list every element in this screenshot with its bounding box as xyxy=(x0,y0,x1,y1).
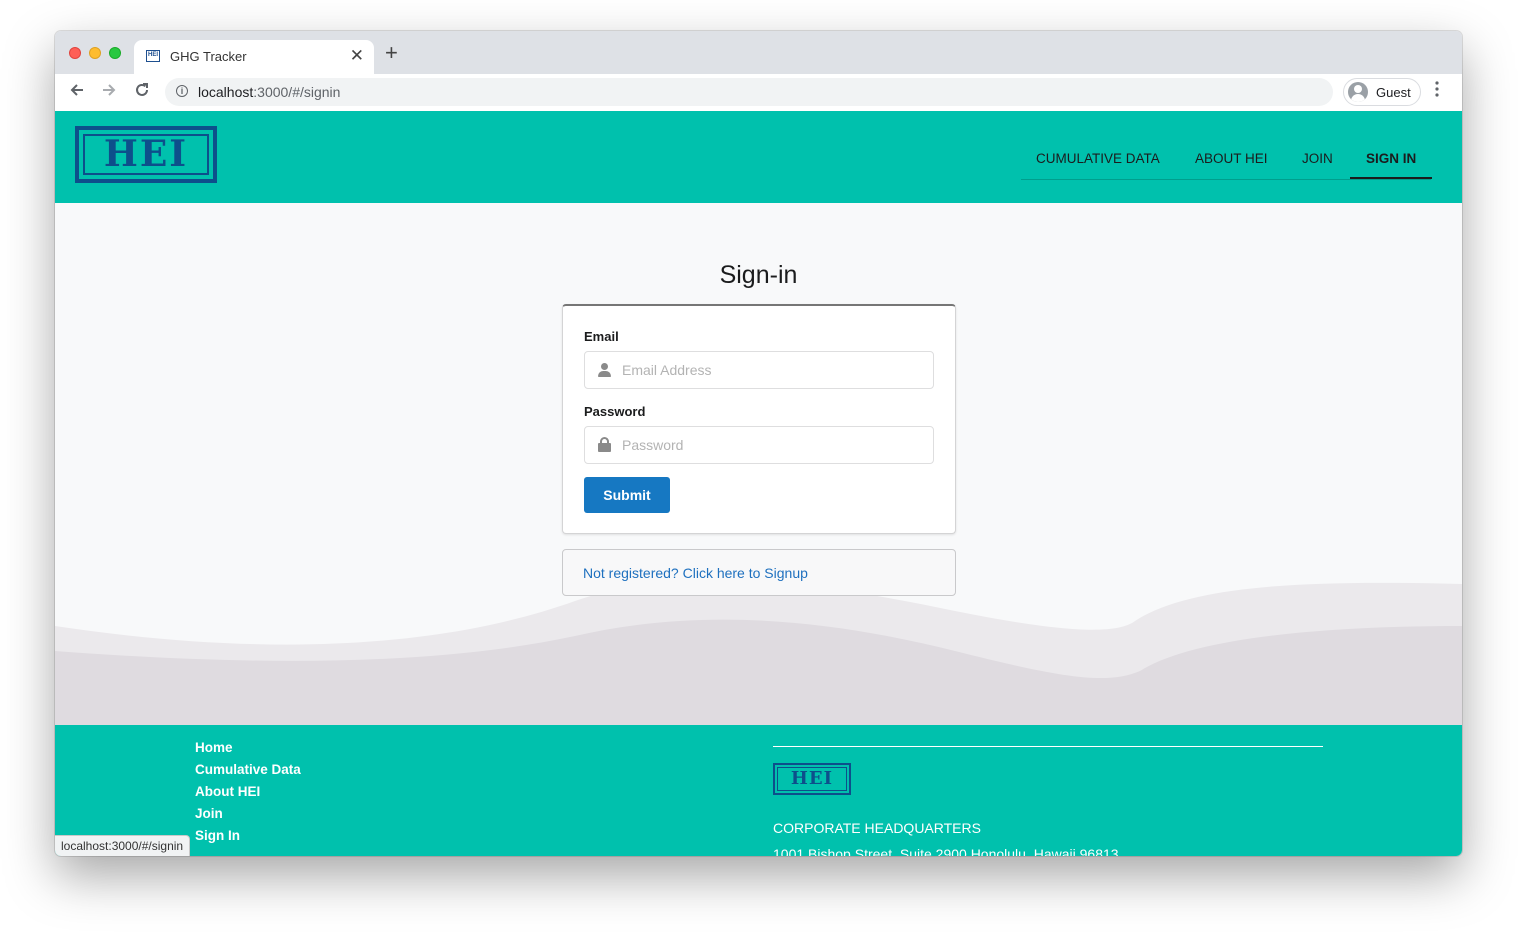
tab-strip: HEI GHG Tracker ✕ + xyxy=(55,31,1462,74)
footer-hei-logo: HEI xyxy=(773,763,851,795)
status-bar-url: localhost:3000/#/signin xyxy=(55,835,191,856)
page-title: Sign-in xyxy=(719,261,798,289)
forward-arrow-icon[interactable] xyxy=(100,81,118,103)
nav-sign-in[interactable]: SIGN IN xyxy=(1366,151,1416,166)
address-bar[interactable]: i localhost:3000/#/signin xyxy=(165,78,1333,106)
reload-icon[interactable] xyxy=(133,81,151,103)
footer: Home Cumulative Data About HEI Join Sign… xyxy=(55,725,1462,856)
footer-link-about-hei[interactable]: About HEI xyxy=(195,784,260,799)
minimize-window-button[interactable] xyxy=(89,47,101,59)
footer-link-sign-in[interactable]: Sign In xyxy=(195,828,240,843)
menu-dots-icon[interactable] xyxy=(1434,80,1440,102)
footer-hq-title: CORPORATE HEADQUARTERS xyxy=(773,820,981,836)
signin-form: Email Email Address Password Password Su… xyxy=(562,304,956,534)
browser-window: HEI GHG Tracker ✕ + i localhost:3000/#/s… xyxy=(55,31,1462,856)
top-navbar: HEI CUMULATIVE DATA ABOUT HEI JOIN SIGN … xyxy=(55,111,1462,203)
email-field[interactable]: Email Address xyxy=(584,351,934,389)
nav-about-hei[interactable]: ABOUT HEI xyxy=(1195,151,1268,166)
new-tab-button[interactable]: + xyxy=(385,42,398,64)
email-label: Email xyxy=(584,329,619,344)
nav-menu: CUMULATIVE DATA ABOUT HEI JOIN SIGN IN xyxy=(1021,141,1431,180)
lock-icon xyxy=(598,437,611,452)
nav-cumulative-data[interactable]: CUMULATIVE DATA xyxy=(1036,151,1160,166)
close-window-button[interactable] xyxy=(69,47,81,59)
hei-logo[interactable]: HEI xyxy=(75,126,217,183)
browser-tab[interactable]: HEI GHG Tracker ✕ xyxy=(134,40,374,74)
tab-title: GHG Tracker xyxy=(170,49,247,64)
submit-button[interactable]: Submit xyxy=(584,477,670,513)
email-placeholder: Email Address xyxy=(622,362,712,378)
back-arrow-icon[interactable] xyxy=(68,81,86,103)
password-field[interactable]: Password xyxy=(584,426,934,464)
signup-message: Not registered? Click here to Signup xyxy=(562,549,956,596)
profile-button[interactable]: Guest xyxy=(1343,78,1421,106)
nav-join[interactable]: JOIN xyxy=(1302,151,1333,166)
footer-link-join[interactable]: Join xyxy=(195,806,223,821)
active-nav-indicator xyxy=(1350,177,1432,179)
url-text: localhost:3000/#/signin xyxy=(198,84,341,100)
footer-link-home[interactable]: Home xyxy=(195,740,233,755)
page-content: HEI CUMULATIVE DATA ABOUT HEI JOIN SIGN … xyxy=(55,111,1462,856)
user-icon xyxy=(598,363,612,377)
password-label: Password xyxy=(584,404,646,419)
footer-link-cumulative-data[interactable]: Cumulative Data xyxy=(195,762,301,777)
footer-divider xyxy=(773,746,1323,747)
maximize-window-button[interactable] xyxy=(109,47,121,59)
password-placeholder: Password xyxy=(622,437,684,453)
profile-name: Guest xyxy=(1376,85,1411,100)
browser-toolbar: i localhost:3000/#/signin Guest xyxy=(55,74,1462,112)
signup-link[interactable]: Not registered? Click here to Signup xyxy=(583,565,808,581)
profile-avatar-icon xyxy=(1348,82,1368,102)
hei-favicon-icon: HEI xyxy=(146,50,160,62)
info-icon[interactable]: i xyxy=(176,85,188,97)
tab-close-icon[interactable]: ✕ xyxy=(350,46,364,66)
footer-address: 1001 Bishop Street, Suite 2900 Honolulu,… xyxy=(773,846,1119,856)
